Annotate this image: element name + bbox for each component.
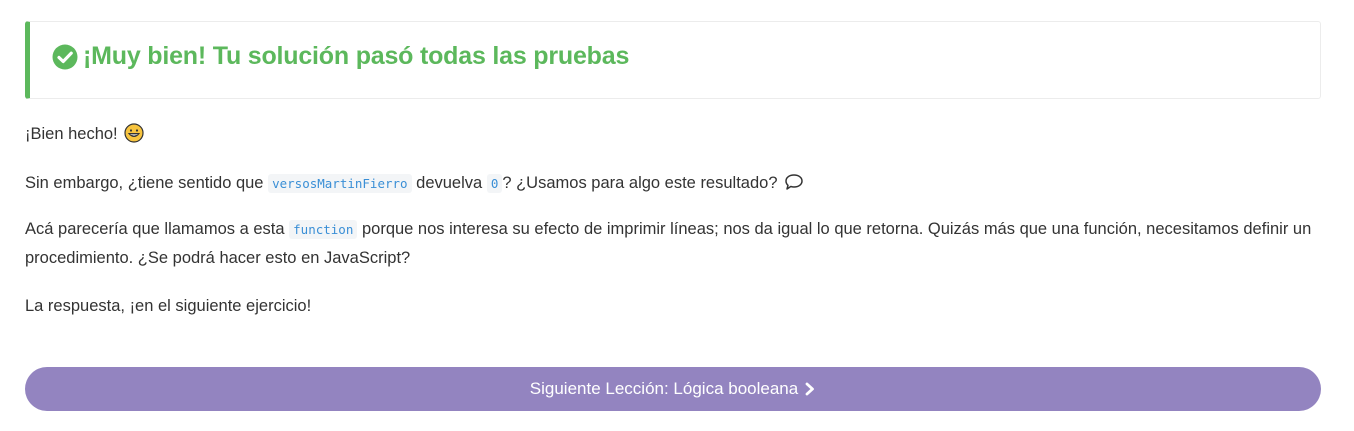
- speech-bubble-icon: [785, 174, 803, 190]
- check-circle-icon: [52, 44, 78, 69]
- inline-code: function: [289, 220, 358, 239]
- next-lesson-label: Siguiente Lección: Lógica booleana: [529, 379, 799, 398]
- chevron-right-icon: [805, 382, 815, 396]
- feedback-text: procedimiento. ¿Se podrá hacer esto en J…: [25, 249, 411, 267]
- feedback-text: ? ¿Usamos para algo este resultado?: [502, 174, 778, 192]
- feedback-text: Sin embargo, ¿tiene sentido que: [25, 174, 264, 192]
- feedback-text: devuelva: [416, 174, 483, 192]
- feedback-paragraph-1: ¡Bien hecho!: [25, 120, 144, 148]
- feedback-text: ¡Bien hecho!: [25, 125, 118, 143]
- feedback-text: La respuesta, ¡en el siguiente ejercicio…: [25, 297, 312, 315]
- success-title: ¡Muy bien! Tu solución pasó todas las pr…: [52, 42, 629, 71]
- feedback-paragraph-4: La respuesta, ¡en el siguiente ejercicio…: [25, 292, 311, 320]
- success-title-text: ¡Muy bien! Tu solución pasó todas las pr…: [83, 42, 630, 70]
- feedback-paragraph-3: Acá parecería que llamamos a esta functi…: [25, 215, 1311, 272]
- feedback-text: porque nos interesa su efecto de imprimi…: [361, 220, 1312, 238]
- grinning-face-icon: [124, 123, 144, 143]
- feedback-paragraph-2: Sin embargo, ¿tiene sentido que versosMa…: [25, 169, 804, 198]
- inline-code: 0: [486, 174, 503, 193]
- success-alert: ¡Muy bien! Tu solución pasó todas las pr…: [25, 21, 1321, 99]
- inline-code: versosMartinFierro: [268, 174, 412, 193]
- feedback-text: Acá parecería que llamamos a esta: [25, 220, 285, 238]
- next-lesson-button[interactable]: Siguiente Lección: Lógica booleana: [25, 367, 1321, 411]
